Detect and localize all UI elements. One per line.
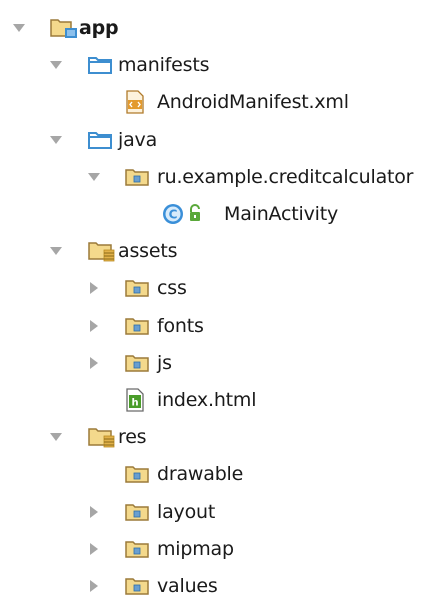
expand-arrow-down-icon[interactable] [49, 419, 63, 455]
html-file-icon: h [124, 382, 146, 418]
folder-blue-icon [87, 122, 113, 158]
collapse-arrow-right-icon[interactable] [87, 568, 101, 604]
tree-row-assets[interactable]: assets [0, 233, 430, 269]
tree-row-mipmap[interactable]: mipmap [0, 531, 430, 567]
tree-item-label: app [79, 17, 119, 39]
tree-item-label: js [157, 351, 172, 374]
tree-row-drawable[interactable]: drawable [0, 456, 430, 492]
expand-arrow-down-icon[interactable] [49, 47, 63, 83]
xml-file-icon [124, 84, 146, 120]
tree-item-label: fonts [157, 314, 204, 337]
tree-item-label: res [118, 426, 147, 449]
tree-item-label: manifests [118, 54, 210, 77]
package-folder-icon [124, 531, 150, 567]
resource-folder-icon [87, 233, 117, 269]
module-folder-icon [49, 10, 79, 46]
tree-row-mainactivity[interactable]: C MainActivity [0, 196, 430, 232]
collapse-arrow-right-icon[interactable] [87, 345, 101, 381]
svg-text:h: h [131, 398, 138, 409]
tree-row-app[interactable]: app [0, 10, 430, 46]
svg-text:C: C [169, 208, 178, 222]
tree-row-values[interactable]: values [0, 568, 430, 604]
collapse-arrow-right-icon[interactable] [87, 531, 101, 567]
collapse-arrow-right-icon[interactable] [87, 494, 101, 530]
collapse-arrow-right-icon[interactable] [87, 270, 101, 306]
tree-item-label: assets [118, 240, 178, 263]
resource-folder-icon [87, 419, 117, 455]
tree-item-label: MainActivity [224, 203, 339, 225]
tree-item-label: layout [157, 500, 216, 523]
package-folder-icon [124, 568, 150, 604]
tree-item-label: values [157, 575, 218, 597]
class-icon: C [162, 196, 206, 232]
tree-row-ru-example-creditcalculator[interactable]: ru.example.creditcalculator [0, 159, 430, 195]
tree-item-label: index.html [157, 389, 257, 411]
folder-blue-icon [87, 47, 113, 83]
project-tree: app manifests AndroidManifest.xml java r… [0, 0, 430, 597]
package-folder-icon [124, 456, 150, 492]
collapse-arrow-right-icon[interactable] [87, 308, 101, 344]
tree-row-fonts[interactable]: fonts [0, 308, 430, 344]
tree-item-label: AndroidManifest.xml [157, 91, 349, 114]
tree-row-manifests[interactable]: manifests [0, 47, 430, 83]
tree-row-js[interactable]: js [0, 345, 430, 381]
package-folder-icon [124, 308, 150, 344]
tree-item-label: mipmap [157, 537, 234, 560]
tree-row-res[interactable]: res [0, 419, 430, 455]
tree-row-css[interactable]: css [0, 270, 430, 306]
package-folder-icon [124, 270, 150, 306]
tree-item-label: java [118, 128, 158, 151]
package-folder-icon [124, 494, 150, 530]
package-folder-icon [124, 159, 150, 195]
expand-arrow-down-icon[interactable] [49, 233, 63, 269]
tree-row-java[interactable]: java [0, 122, 430, 158]
tree-row-androidmanifest-xml[interactable]: AndroidManifest.xml [0, 84, 430, 120]
tree-item-label: ru.example.creditcalculator [157, 165, 414, 188]
tree-row-index-html[interactable]: h index.html [0, 382, 430, 418]
tree-item-label: drawable [157, 463, 244, 486]
expand-arrow-down-icon[interactable] [49, 122, 63, 158]
tree-row-layout[interactable]: layout [0, 494, 430, 530]
expand-arrow-down-icon[interactable] [87, 159, 101, 195]
package-folder-icon [124, 345, 150, 381]
tree-item-label: css [157, 277, 187, 300]
expand-arrow-down-icon[interactable] [12, 10, 26, 46]
